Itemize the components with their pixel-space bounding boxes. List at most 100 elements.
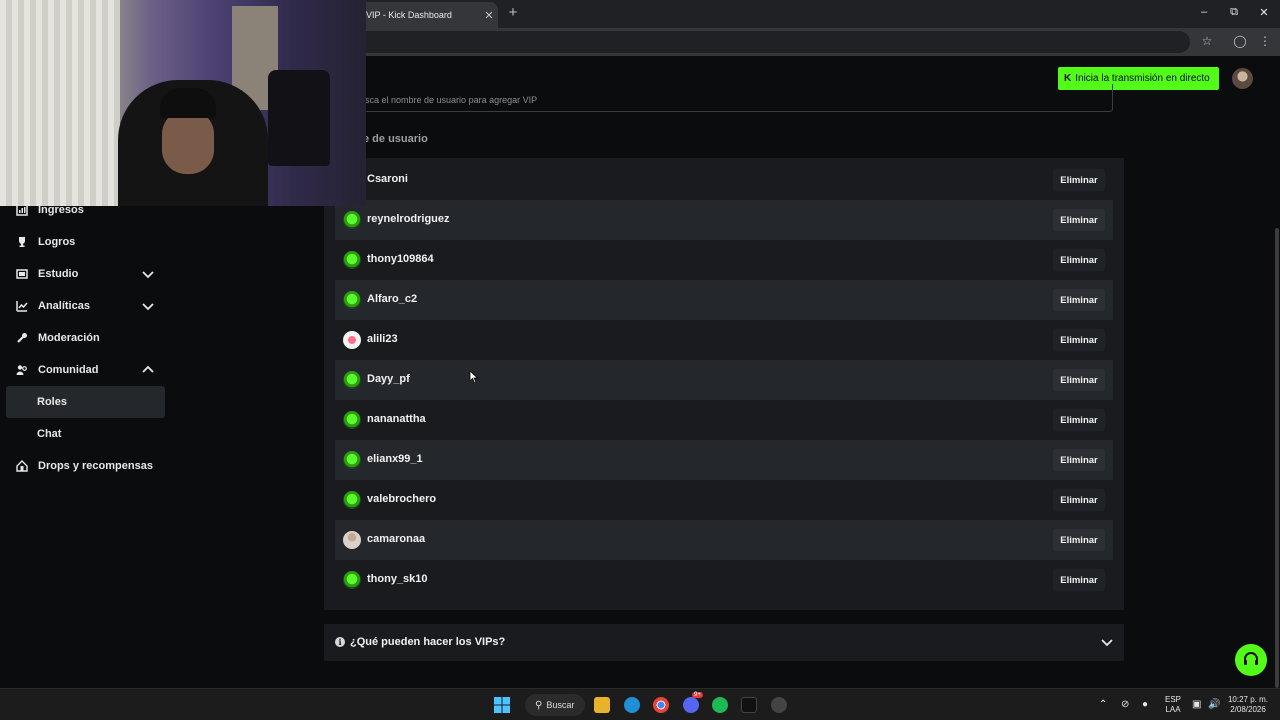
remove-vip-button[interactable]: Eliminar xyxy=(1053,529,1105,551)
remove-vip-button[interactable]: Eliminar xyxy=(1053,449,1105,471)
tray-overflow-icon[interactable]: ⌃ xyxy=(1099,699,1107,710)
browser-tab[interactable]: VIP - Kick Dashboard ✕ xyxy=(352,2,498,28)
page-scrollbar[interactable] xyxy=(1275,228,1279,688)
mouse-cursor-icon xyxy=(469,370,479,384)
info-icon: i xyxy=(335,637,345,647)
trophy-icon xyxy=(16,236,28,248)
webcam-chair xyxy=(268,70,330,166)
vip-username: alili23 xyxy=(367,333,398,345)
wrench-icon xyxy=(16,332,28,344)
taskbar-search[interactable]: ⚲ Buscar xyxy=(525,694,585,716)
vip-faq-accordion[interactable]: i ¿Qué pueden hacer los VIPs? xyxy=(324,624,1124,661)
microphone-icon[interactable]: ● xyxy=(1142,699,1148,710)
sidebar-item-label: Moderación xyxy=(38,332,100,344)
bookmark-star-icon[interactable]: ☆ xyxy=(1199,34,1215,48)
vip-username: Alfaro_c2 xyxy=(367,293,418,305)
remove-vip-button[interactable]: Eliminar xyxy=(1053,169,1105,191)
remove-vip-button[interactable]: Eliminar xyxy=(1053,489,1105,511)
user-avatar[interactable] xyxy=(1232,68,1253,89)
remove-vip-button[interactable]: Eliminar xyxy=(1053,569,1105,591)
profile-icon[interactable]: ◯ xyxy=(1232,34,1248,48)
headset-icon xyxy=(1244,652,1258,665)
kick-logo-icon: K xyxy=(1064,73,1072,84)
vip-row: elianx99_1 Eliminar xyxy=(335,440,1113,480)
discord-icon[interactable]: 9+ xyxy=(683,692,703,713)
tab-close-icon[interactable]: ✕ xyxy=(480,9,498,22)
language-indicator[interactable]: ESP LAA xyxy=(1163,695,1183,715)
remove-vip-button[interactable]: Eliminar xyxy=(1053,209,1105,231)
chevron-up-icon xyxy=(142,365,154,373)
webcam-face xyxy=(162,110,214,174)
display-icon[interactable]: ▣ xyxy=(1192,699,1201,710)
close-window-icon[interactable]: ✕ xyxy=(1256,6,1272,19)
sidebar-item-label: Drops y recompensas xyxy=(38,460,153,472)
vip-avatar xyxy=(343,331,361,349)
sidebar-item-comunidad[interactable]: Comunidad xyxy=(6,354,165,386)
language-bottom: LAA xyxy=(1165,705,1181,714)
remove-vip-button[interactable]: Eliminar xyxy=(1053,369,1105,391)
sidebar-item-roles[interactable]: Roles xyxy=(6,386,165,418)
vip-row: alili23 Eliminar xyxy=(335,320,1113,360)
language-top: ESP xyxy=(1164,695,1181,704)
chevron-down-icon xyxy=(142,303,154,311)
sidebar-item-label: Chat xyxy=(37,428,62,440)
vip-username: nananattha xyxy=(367,413,426,425)
obs-icon[interactable] xyxy=(771,697,787,713)
sidebar-item-label: Analíticas xyxy=(38,300,90,312)
remove-vip-button[interactable]: Eliminar xyxy=(1053,289,1105,311)
chrome-icon[interactable] xyxy=(653,697,669,713)
sidebar-item-moderacion[interactable]: Moderación xyxy=(6,322,165,354)
browser-menu-icon[interactable]: ⋮ xyxy=(1257,34,1273,48)
sidebar-item-chat[interactable]: Chat xyxy=(6,418,165,450)
discord-badge: 9+ xyxy=(692,692,703,698)
new-tab-button[interactable]: + xyxy=(505,5,521,21)
vip-row: valebrochero Eliminar xyxy=(335,480,1113,520)
vip-username: Csaroni xyxy=(367,173,408,185)
vip-username: elianx99_1 xyxy=(367,453,423,465)
volume-icon[interactable]: 🔊 xyxy=(1208,699,1220,710)
vip-avatar xyxy=(343,291,361,309)
vip-row: reynelrodriguez Eliminar xyxy=(335,200,1113,240)
file-explorer-icon[interactable] xyxy=(594,697,610,713)
search-icon: ⚲ xyxy=(535,699,543,711)
remove-vip-button[interactable]: Eliminar xyxy=(1053,249,1105,271)
remove-vip-button[interactable]: Eliminar xyxy=(1053,409,1105,431)
vip-row: thony109864 Eliminar xyxy=(335,240,1113,280)
spotify-icon[interactable] xyxy=(712,697,728,713)
vip-avatar xyxy=(343,531,361,549)
app-icon[interactable] xyxy=(741,697,757,713)
minimize-icon[interactable]: – xyxy=(1196,6,1212,18)
vip-row: thony_sk10 Eliminar xyxy=(335,560,1113,600)
remove-vip-button[interactable]: Eliminar xyxy=(1053,329,1105,351)
vip-avatar xyxy=(343,491,361,509)
network-icon[interactable]: ⊘ xyxy=(1121,699,1129,710)
vip-search-placeholder: usca el nombre de usuario para agregar V… xyxy=(360,95,538,105)
webcam-overlay xyxy=(0,0,366,206)
clock-date: 2/08/2026 xyxy=(1230,705,1266,714)
address-bar[interactable] xyxy=(330,31,1190,53)
vip-username: camaronaa xyxy=(367,533,426,545)
sidebar-item-estudio[interactable]: Estudio xyxy=(6,258,165,290)
support-chat-button[interactable] xyxy=(1235,644,1267,676)
restore-icon[interactable]: ⧉ xyxy=(1226,6,1242,19)
clock-time: 10:27 p. m. xyxy=(1227,695,1269,704)
vip-username: Dayy_pf xyxy=(367,373,410,385)
vip-username: thony_sk10 xyxy=(367,573,428,585)
sidebar-item-logros[interactable]: Logros xyxy=(6,226,165,258)
webcam-cap xyxy=(160,88,216,118)
sidebar-item-drops[interactable]: Drops y recompensas xyxy=(6,450,165,482)
windows-start-icon[interactable] xyxy=(494,697,510,713)
chevron-down-icon xyxy=(142,271,154,279)
chevron-down-icon xyxy=(1101,639,1113,647)
sidebar-item-analiticas[interactable]: Analíticas xyxy=(6,290,165,322)
sidebar-item-label: Logros xyxy=(38,236,76,248)
taskbar-search-label: Buscar xyxy=(546,700,575,710)
screen: VIP - Kick Dashboard ✕ + – ⧉ ✕ ☆ ◯ ⋮ K I… xyxy=(0,0,1280,720)
edge-icon[interactable] xyxy=(624,697,640,713)
vip-avatar xyxy=(343,251,361,269)
clock[interactable]: 10:27 p. m. 2/08/2026 xyxy=(1226,695,1270,715)
vip-username: valebrochero xyxy=(367,493,437,505)
community-icon xyxy=(16,364,28,376)
vip-row: nananattha Eliminar xyxy=(335,400,1113,440)
vip-username: reynelrodriguez xyxy=(367,213,450,225)
